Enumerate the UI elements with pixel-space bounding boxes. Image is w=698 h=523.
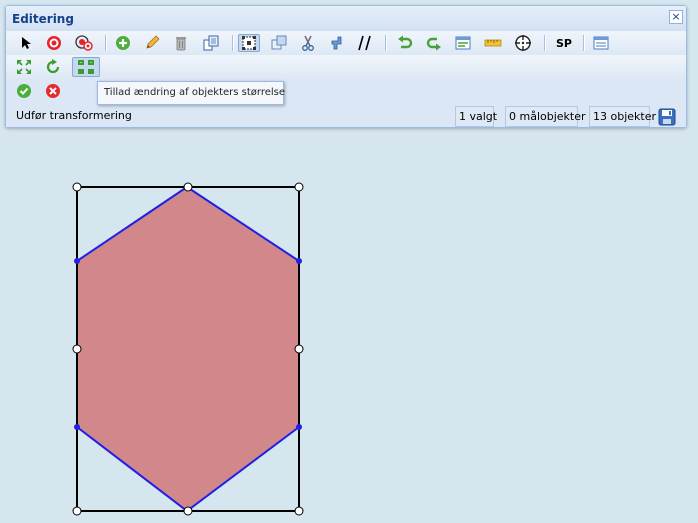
resize-handle-bottom-right [294,506,304,516]
map-canvas[interactable] [0,0,698,523]
resize-handle-bottom [183,506,193,516]
resize-handle-top-left [72,182,82,192]
resize-handle-right [294,344,304,354]
resize-handle-top-right [294,182,304,192]
resize-handle-left [72,344,82,354]
selected-hexagon[interactable] [76,185,300,513]
resize-handle-top [183,182,193,192]
resize-handle-bottom-left [72,506,82,516]
